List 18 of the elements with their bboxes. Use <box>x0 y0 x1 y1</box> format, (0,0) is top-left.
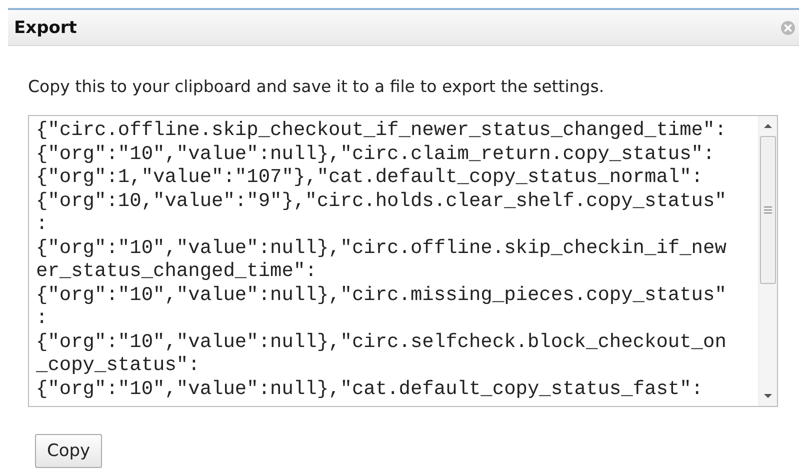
scrollbar-drawing[interactable] <box>758 116 777 406</box>
export-text-line: : <box>36 307 49 330</box>
copy-button[interactable]: Copy <box>35 434 102 468</box>
export-text-line: _copy_status": <box>36 354 201 378</box>
instruction-text: Copy this to your clipboard and save it to a file to export the settings. <box>28 77 606 96</box>
export-text-line: {"org":"10","value":null},"circ.offline.skip_checkin_if_new <box>36 236 728 260</box>
export-text-line: {"org":"10","value":null},"circ.missing_pieces.copy_status" <box>36 284 728 307</box>
export-text-line: {"org":1,"value":"107"},"cat.default_copy_status_normal": <box>36 166 704 190</box>
close-icon[interactable] <box>781 20 795 34</box>
export-text-line: {"circ.offline.skip_checkout_if_newer_status_changed_time": <box>36 119 728 142</box>
export-text-line: : <box>36 213 49 236</box>
export-text-line: er_status_changed_time": <box>36 260 318 284</box>
dialog-title: Export <box>14 18 77 38</box>
export-text-line: {"org":10,"value":"9"},"circ.holds.clear_shelf.copy_status" <box>36 190 728 213</box>
export-text-area[interactable] <box>28 115 778 407</box>
export-text-line: {"org":"10","value":null},"cat.default_copy_status_fast": <box>36 378 704 401</box>
export-text-line: {"org":"10","value":null},"circ.claim_return.copy_status": <box>36 142 716 166</box>
export-text-line: {"org":"10","value":null},"circ.selfcheck.block_checkout_on <box>36 330 728 354</box>
